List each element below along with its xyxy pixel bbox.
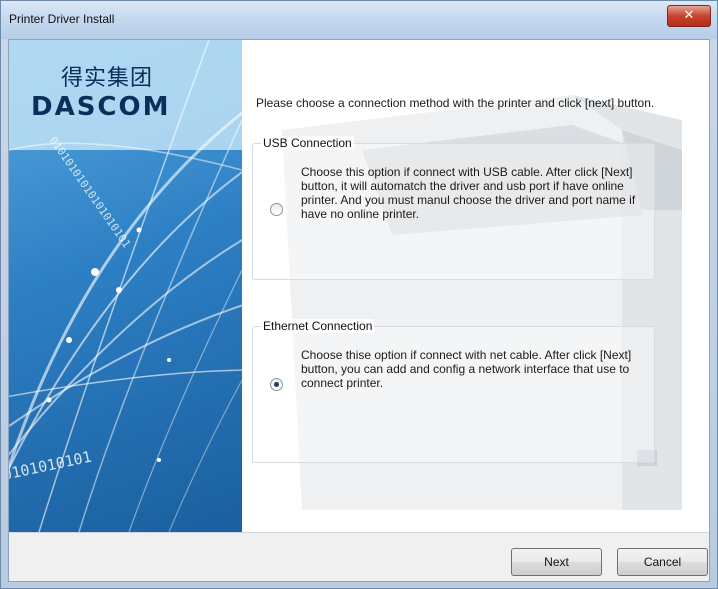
usb-connection-legend: USB Connection (261, 136, 354, 150)
dialog-client-area: 01010101010101010101 0101010101 得实集团 DAS… (8, 39, 710, 582)
window-title: Printer Driver Install (9, 12, 115, 26)
title-bar[interactable]: Printer Driver Install ✕ (1, 1, 717, 39)
ethernet-connection-description: Choose thise option if connect with net … (301, 348, 632, 390)
next-button[interactable]: Next (511, 548, 602, 576)
intro-text: Please choose a connection method with t… (256, 96, 655, 110)
logo-chinese: 得实集团 (61, 66, 154, 91)
content-panel: Please choose a connection method with t… (242, 40, 709, 532)
ethernet-connection-radio[interactable] (270, 378, 283, 391)
ethernet-connection-legend: Ethernet Connection (261, 319, 375, 333)
logo-dascom: DASCOM (31, 92, 171, 122)
binary-text-2: 0101010101 (9, 448, 93, 484)
binary-text-1: 01010101010101010101 (47, 134, 134, 250)
usb-connection-radio[interactable] (270, 203, 283, 216)
banner-panel: 01010101010101010101 0101010101 得实集团 DAS… (9, 40, 242, 532)
close-button[interactable]: ✕ (667, 5, 711, 27)
ethernet-connection-group: Ethernet Connection Choose thise option … (252, 319, 655, 463)
close-icon: ✕ (683, 8, 695, 23)
usb-connection-group: USB Connection Choose this option if con… (252, 136, 655, 280)
button-bar: Next Cancel (9, 532, 709, 581)
usb-connection-description: Choose this option if connect with USB c… (301, 165, 636, 221)
cancel-button[interactable]: Cancel (617, 548, 708, 576)
installer-window: Printer Driver Install ✕ 010101010101010… (0, 0, 718, 589)
